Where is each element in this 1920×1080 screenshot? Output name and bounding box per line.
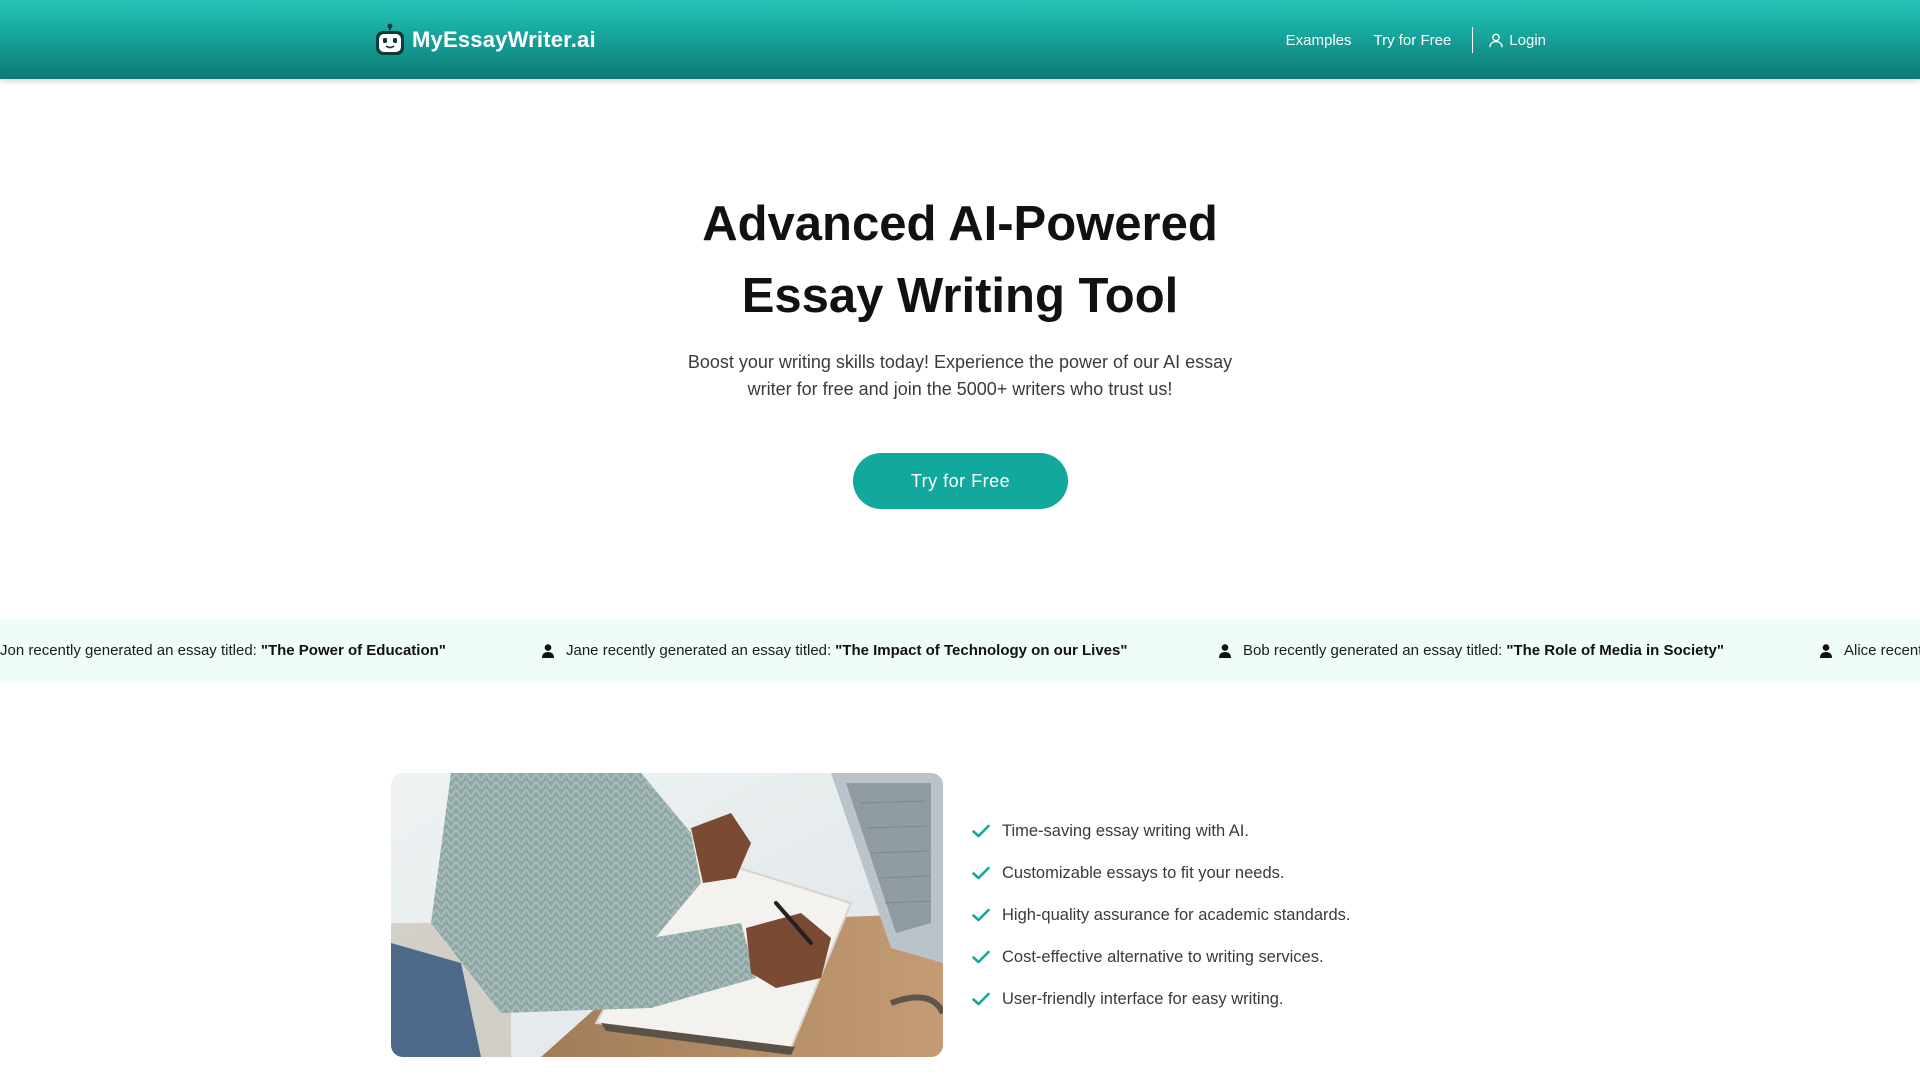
feature-item: Cost-effective alternative to writing se… [972, 936, 1351, 978]
feature-item: Time-saving essay writing with AI. [972, 810, 1351, 852]
ticker-item: Bob recently generated an essay titled: … [1219, 619, 1724, 682]
nav-divider [1472, 27, 1474, 53]
brand-name: MyEssayWriter.ai [412, 27, 596, 52]
hero-title-line-2: Essay Writing Tool [741, 269, 1179, 323]
hero-subtitle-line-1: Boost your writing skills today! Experie… [687, 352, 1233, 372]
feature-text: High-quality assurance for academic stan… [1002, 905, 1351, 924]
feature-text: Cost-effective alternative to writing se… [1002, 947, 1324, 966]
feature-text: User-friendly interface for easy writing… [1002, 989, 1284, 1008]
robot-icon [376, 23, 404, 55]
site-header: MyEssayWriter.ai Examples Try for Free L… [0, 0, 1920, 79]
check-icon [972, 992, 990, 1006]
check-icon [972, 950, 990, 964]
ticker-item: Alice recent [1820, 619, 1920, 682]
ticker-essay-title: "The Role of Media in Society" [1506, 642, 1724, 659]
check-icon [972, 866, 990, 880]
ticker-essay-title: "The Impact of Technology on our Lives" [835, 642, 1128, 659]
check-icon [972, 824, 990, 838]
hero-subtitle: Boost your writing skills today! Experie… [660, 349, 1260, 403]
nav-try-free-link[interactable]: Try for Free [1374, 32, 1452, 49]
hero-subtitle-line-2: writer for free and join the 5000+ write… [747, 379, 1173, 399]
ticker-essay-title: "The Power of Education" [260, 642, 446, 659]
login-link[interactable]: Login [1489, 32, 1546, 49]
recent-essays-ticker: Jon recently generated an essay titled: … [0, 619, 1920, 682]
feature-list: Time-saving essay writing with AI. Custo… [972, 810, 1351, 1020]
user-solid-icon [542, 643, 554, 658]
student-writing-image [391, 773, 943, 1057]
feature-item: Customizable essays to fit your needs. [972, 852, 1351, 894]
feature-text: Time-saving essay writing with AI. [1002, 821, 1249, 840]
hero-title: Advanced AI-Powered Essay Writing Tool [0, 188, 1920, 332]
feature-item: High-quality assurance for academic stan… [972, 894, 1351, 936]
user-outline-icon [1489, 33, 1503, 47]
try-for-free-button[interactable]: Try for Free [853, 453, 1068, 509]
brand-logo-link[interactable]: MyEssayWriter.ai [374, 20, 596, 60]
user-solid-icon [1820, 643, 1832, 658]
student-writing-illustration [391, 773, 943, 1057]
main-nav: Examples Try for Free Login [1264, 22, 1546, 58]
ticker-item: Jon recently generated an essay titled: … [0, 619, 446, 682]
hero-title-line-1: Advanced AI-Powered [702, 197, 1218, 251]
feature-item: User-friendly interface for easy writing… [972, 978, 1351, 1020]
ticker-item-text: Alice recent [1844, 642, 1920, 659]
ticker-item-text: Jon recently generated an essay titled: [0, 642, 257, 659]
check-icon [972, 908, 990, 922]
feature-text: Customizable essays to fit your needs. [1002, 863, 1285, 882]
ticker-item: Jane recently generated an essay titled:… [542, 619, 1127, 682]
ticker-item-text: Bob recently generated an essay titled: [1243, 642, 1503, 659]
ticker-item-text: Jane recently generated an essay titled: [566, 642, 832, 659]
nav-examples-link[interactable]: Examples [1286, 32, 1352, 49]
login-label: Login [1509, 31, 1546, 49]
user-solid-icon [1219, 643, 1231, 658]
